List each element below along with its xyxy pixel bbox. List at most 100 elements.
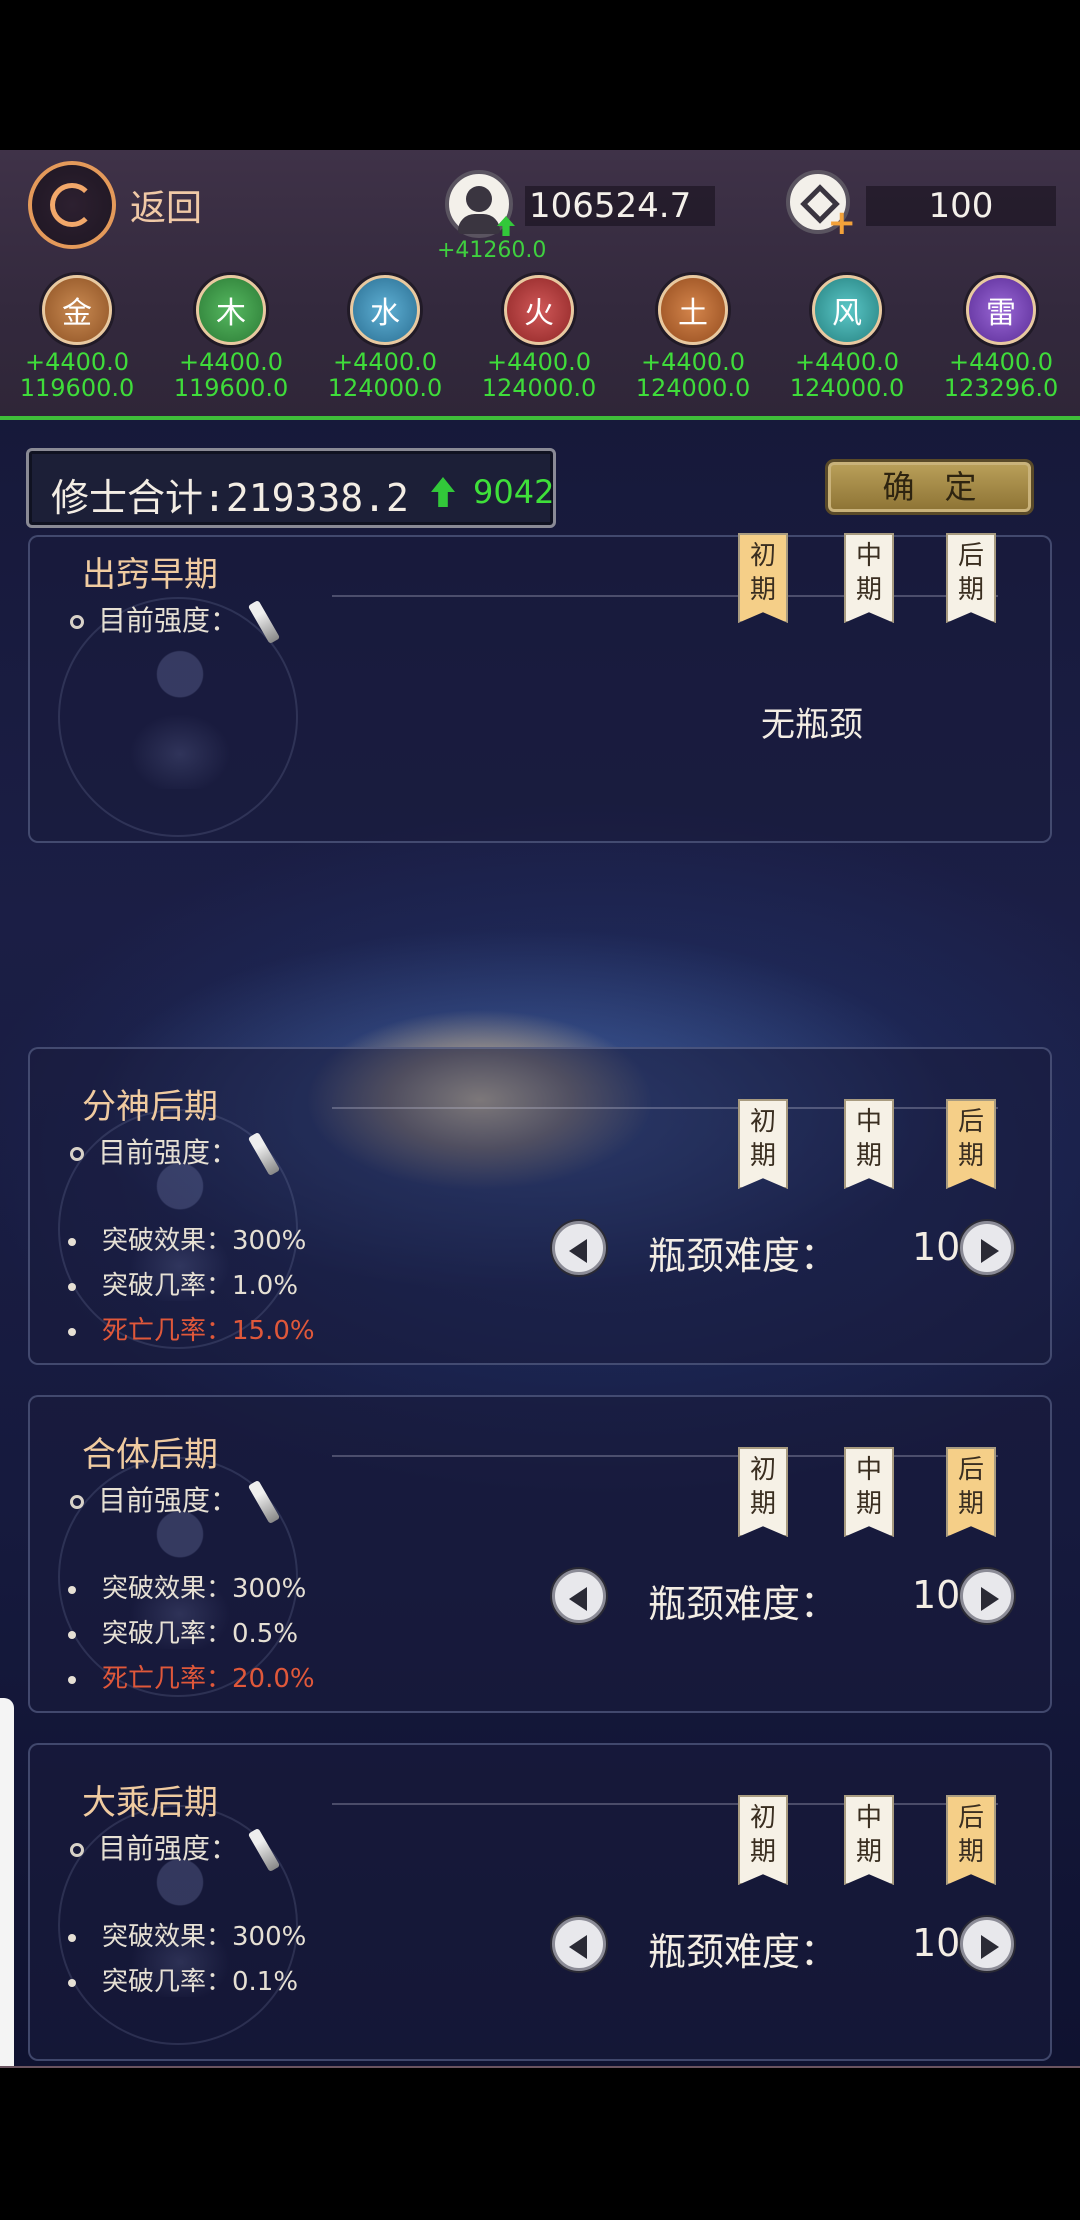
element-amount: 124000.0: [789, 374, 905, 402]
difficulty-increase-button[interactable]: [960, 1917, 1014, 1971]
realm-card: 大乘后期 目前强度： 突破效果：300% 突破几率：0.1% 初期 中期 后期 …: [28, 1743, 1052, 2061]
breakthrough-chance: 突破几率：1.0%: [102, 1271, 299, 1301]
water-icon: 水: [350, 275, 420, 345]
wind-icon: 风: [812, 275, 882, 345]
difficulty-label: 瓶颈难度：: [648, 1930, 839, 1974]
stage-middle-tag[interactable]: 中期: [844, 533, 894, 623]
element-water[interactable]: 水 +4400.0 124000.0: [310, 275, 460, 401]
strength-row: 目前强度：: [70, 1827, 281, 1873]
back-button[interactable]: 返回: [28, 160, 228, 250]
stage-early-tag[interactable]: 初期: [738, 1099, 788, 1189]
element-rate: +4400.0: [948, 348, 1054, 376]
death-chance: 死亡几率：20.0%: [102, 1664, 315, 1694]
realm-title: 分神后期: [82, 1087, 218, 1127]
stage-middle-tag[interactable]: 中期: [844, 1099, 894, 1189]
stage-track: 初期 中期 后期: [332, 1099, 998, 1189]
breakthrough-effect: 突破效果：300%: [102, 1226, 307, 1256]
difficulty-decrease-button[interactable]: [552, 1221, 606, 1275]
radio-dot-icon: [70, 1495, 84, 1509]
stage-early-tag[interactable]: 初期: [738, 1795, 788, 1885]
navigation-bar-area: [0, 2068, 1080, 2220]
realm-card: 分神后期 目前强度： 突破效果：300% 突破几率：1.0% 死亡几率：15.0…: [28, 1047, 1052, 1365]
fire-icon: 火: [504, 275, 574, 345]
radio-dot-icon: [70, 1843, 84, 1857]
breakthrough-effect: 突破效果：300%: [102, 1922, 307, 1952]
status-bar-area: [0, 0, 1080, 150]
breakthrough-chance: 突破几率：0.5%: [102, 1619, 299, 1649]
element-amount: 124000.0: [327, 374, 443, 402]
strength-label: 目前强度：: [98, 1832, 239, 1865]
difficulty-decrease-button[interactable]: [552, 1569, 606, 1623]
element-amount: 124000.0: [635, 374, 751, 402]
element-fire[interactable]: 火 +4400.0 124000.0: [464, 275, 614, 401]
realm-list[interactable]: 出窍早期 目前强度： 初期 中期 后期 无瓶颈 分神后期 目前强度： 突破效果：…: [0, 533, 1080, 2068]
difficulty-control: 瓶颈难度： 10: [552, 1915, 1032, 1975]
cultivator-total: 修士合计:219338.2: [51, 476, 409, 520]
resource-header: 返回 106524.7 +41260.0 + 100 金 +4400.0 119…: [0, 150, 1080, 420]
strength-row: 目前强度：: [70, 599, 281, 645]
dropper-icon[interactable]: [247, 1827, 281, 1873]
stage-track: 初期 中期 后期: [332, 533, 998, 623]
element-rate: +4400.0: [486, 348, 592, 376]
difficulty-control: 瓶颈难度： 10: [552, 1219, 1032, 1279]
no-bottleneck-text: 无瓶颈: [761, 705, 863, 745]
difficulty-value: 10: [912, 1921, 961, 1965]
stage-middle-tag[interactable]: 中期: [844, 1447, 894, 1537]
stage-late-tag[interactable]: 后期: [946, 1795, 996, 1885]
strength-label: 目前强度：: [98, 604, 239, 637]
population-value: 106524.7: [525, 186, 715, 226]
back-icon: [28, 161, 116, 249]
breakthrough-stats: 突破效果：300% 突破几率：0.5% 死亡几率：20.0%: [68, 1567, 315, 1702]
population-counter[interactable]: 106524.7 +41260.0: [437, 166, 715, 263]
side-drawer-handle[interactable]: [0, 1698, 14, 2068]
element-metal[interactable]: 金 +4400.0 119600.0: [2, 275, 152, 401]
difficulty-increase-button[interactable]: [960, 1221, 1014, 1275]
element-thunder[interactable]: 雷 +4400.0 123296.0: [926, 275, 1076, 401]
stage-early-tag[interactable]: 初期: [738, 533, 788, 623]
element-wood[interactable]: 木 +4400.0 119600.0: [156, 275, 306, 401]
strength-row: 目前强度：: [70, 1479, 281, 1525]
element-amount: 123296.0: [943, 374, 1059, 402]
strength-label: 目前强度：: [98, 1136, 239, 1169]
strength-row: 目前强度：: [70, 1131, 281, 1177]
stage-late-tag[interactable]: 后期: [946, 1099, 996, 1189]
dropper-icon[interactable]: [247, 599, 281, 645]
element-rate: +4400.0: [24, 348, 130, 376]
breakthrough-stats: 突破效果：300% 突破几率：0.1%: [68, 1915, 306, 2005]
wood-icon: 木: [196, 275, 266, 345]
stage-early-tag[interactable]: 初期: [738, 1447, 788, 1537]
difficulty-label: 瓶颈难度：: [648, 1582, 839, 1626]
population-icon: [445, 170, 515, 238]
element-amount: 119600.0: [173, 374, 289, 402]
difficulty-increase-button[interactable]: [960, 1569, 1014, 1623]
population-delta: +41260.0: [437, 238, 547, 263]
element-resources: 金 +4400.0 119600.0 木 +4400.0 119600.0 水 …: [0, 275, 1080, 415]
gem-value: 100: [866, 186, 1056, 226]
stage-middle-tag[interactable]: 中期: [844, 1795, 894, 1885]
element-amount: 119600.0: [19, 374, 135, 402]
realm-title: 出窍早期: [82, 555, 218, 595]
strength-label: 目前强度：: [98, 1484, 239, 1517]
element-amount: 124000.0: [481, 374, 597, 402]
difficulty-decrease-button[interactable]: [552, 1917, 606, 1971]
dropper-icon[interactable]: [247, 1131, 281, 1177]
dropper-icon[interactable]: [247, 1479, 281, 1525]
confirm-button[interactable]: 确定: [828, 462, 1031, 512]
element-rate: +4400.0: [332, 348, 438, 376]
radio-dot-icon: [70, 615, 84, 629]
element-wind[interactable]: 风 +4400.0 124000.0: [772, 275, 922, 401]
stage-late-tag[interactable]: 后期: [946, 1447, 996, 1537]
element-rate: +4400.0: [640, 348, 746, 376]
stage-late-tag[interactable]: 后期: [946, 533, 996, 623]
death-chance: 死亡几率：15.0%: [102, 1316, 315, 1346]
difficulty-control: 瓶颈难度： 10: [552, 1567, 1032, 1627]
stage-track: 初期 中期 后期: [332, 1447, 998, 1537]
realm-title: 大乘后期: [82, 1783, 218, 1823]
gem-add-icon: +: [786, 170, 856, 240]
difficulty-value: 10: [912, 1225, 961, 1269]
stage-track: 初期 中期 后期: [332, 1795, 998, 1885]
element-earth[interactable]: 土 +4400.0 124000.0: [618, 275, 768, 401]
difficulty-value: 10: [912, 1573, 961, 1617]
gem-counter[interactable]: + 100: [786, 166, 1056, 256]
element-rate: +4400.0: [178, 348, 284, 376]
